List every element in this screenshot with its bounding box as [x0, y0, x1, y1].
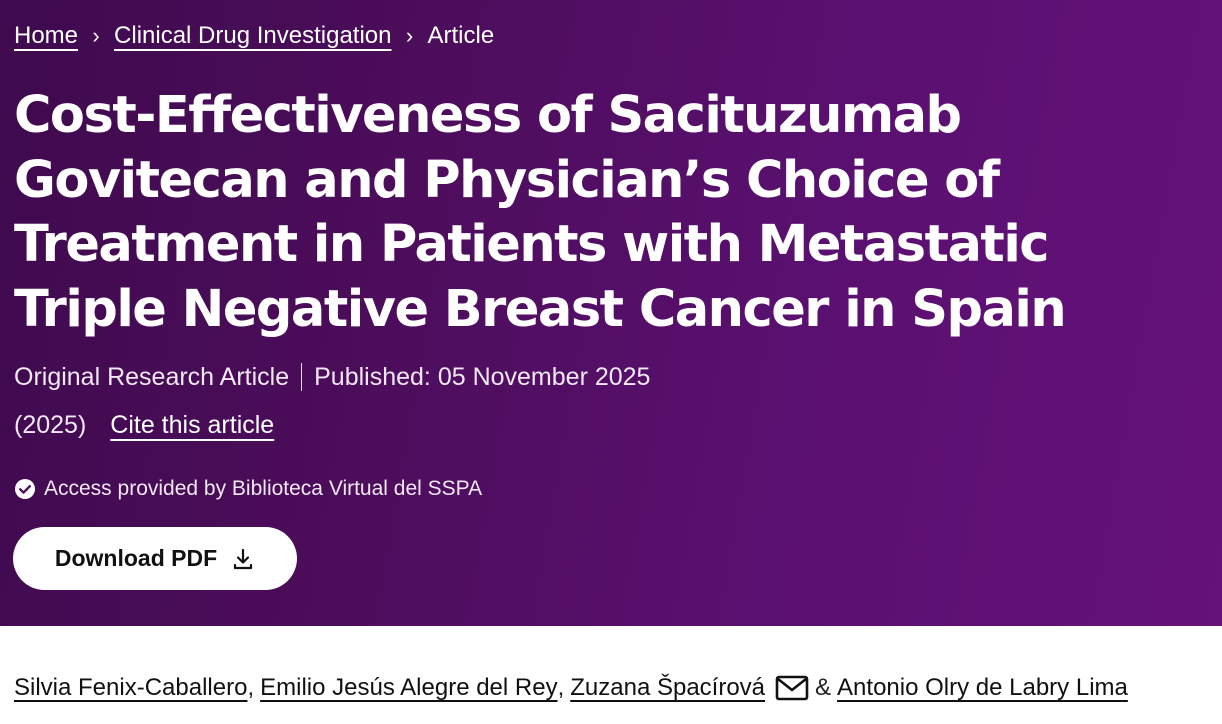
- check-circle-icon: [14, 478, 36, 500]
- chevron-right-icon: ›: [405, 23, 414, 48]
- chevron-right-icon: ›: [92, 23, 100, 48]
- citation-line: (2025) Cite this article: [14, 410, 274, 440]
- article-type: Original Research Article: [14, 363, 290, 391]
- article-header: Home › Clinical Drug Investigation › Art…: [0, 0, 1222, 626]
- download-pdf-label: Download PDF: [54, 545, 218, 571]
- author-separator: ,: [557, 674, 565, 701]
- author-link[interactable]: Zuzana Špacírová: [570, 672, 765, 704]
- author-ampersand: &: [815, 674, 832, 701]
- access-text: Access provided by Biblioteca Virtual de…: [44, 477, 483, 500]
- published-date: Published: 05 November 2025: [314, 363, 651, 391]
- article-title: Cost-Effectiveness of Sacituzumab Govite…: [14, 86, 1067, 339]
- author-link[interactable]: Antonio Olry de Labry Lima: [837, 672, 1128, 704]
- article-year: (2025): [14, 411, 87, 439]
- access-notice: Access provided by Biblioteca Virtual de…: [14, 476, 482, 502]
- meta-divider: [301, 363, 303, 391]
- breadcrumb-home-link[interactable]: Home: [14, 20, 78, 52]
- article-meta: Original Research Article Published: 05 …: [14, 362, 650, 392]
- author-separator: ,: [247, 674, 255, 701]
- author-link[interactable]: Silvia Fenix-Caballero: [14, 672, 247, 704]
- breadcrumb: Home › Clinical Drug Investigation › Art…: [14, 20, 494, 52]
- breadcrumb-journal-link[interactable]: Clinical Drug Investigation: [114, 20, 391, 52]
- author-list: Silvia Fenix-Caballero , Emilio Jesús Al…: [14, 672, 1128, 704]
- cite-article-link[interactable]: Cite this article: [110, 410, 274, 440]
- breadcrumb-current: Article: [427, 22, 495, 49]
- mail-icon[interactable]: [775, 675, 809, 701]
- download-icon: [231, 547, 255, 571]
- download-pdf-button[interactable]: Download PDF: [13, 527, 297, 590]
- author-link[interactable]: Emilio Jesús Alegre del Rey: [260, 672, 557, 704]
